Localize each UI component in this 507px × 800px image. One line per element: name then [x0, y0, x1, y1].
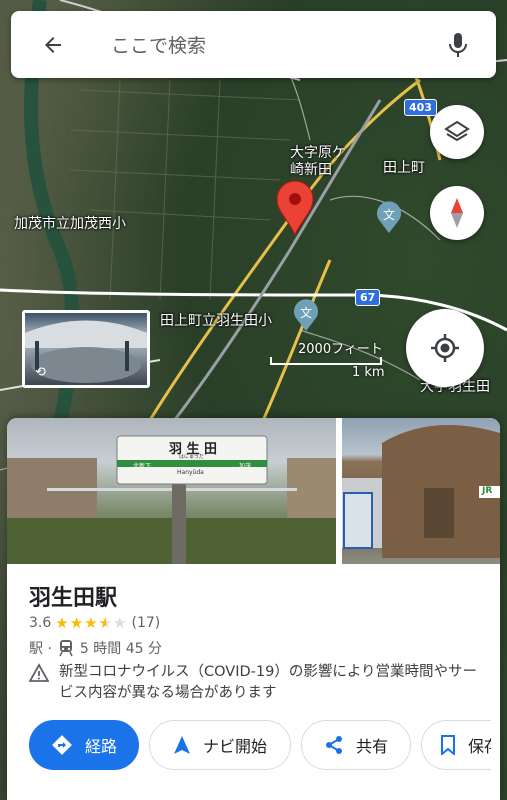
sign-right: 加茂 — [239, 463, 252, 470]
place-photo-1[interactable]: 羽 生 田 はにゅうだ 北新下 加茂 Hanyūda — [7, 418, 336, 564]
bookmark-icon — [441, 735, 455, 755]
layers-icon — [444, 120, 470, 142]
jr-logo: JR — [482, 486, 493, 496]
svg-text:文: 文 — [300, 305, 312, 320]
map-pin-icon[interactable] — [275, 180, 315, 236]
covid-notice: 新型コロナウイルス（COVID-19）の影響により営業時間やサービス内容が異なる… — [29, 662, 489, 704]
directions-button[interactable]: 経路 — [29, 720, 139, 770]
back-arrow-icon[interactable] — [33, 25, 73, 65]
covid-notice-text: 新型コロナウイルス（COVID-19）の影響により営業時間やサービス内容が異なる… — [59, 664, 478, 701]
navigation-icon — [173, 736, 190, 754]
school-icon[interactable]: 文 — [292, 298, 320, 332]
share-button[interactable]: 共有 — [301, 720, 411, 770]
search-bar[interactable]: ここで検索 — [11, 11, 496, 78]
rating-stars: ★★★★★★ — [55, 614, 128, 632]
transit-time: 5 時間 45 分 — [79, 641, 162, 657]
map-label-school[interactable]: 田上町立羽生田小 — [160, 310, 272, 330]
share-icon — [325, 736, 342, 754]
scale-feet: 2000フィート — [298, 342, 383, 357]
sign-kana: はにゅうだ — [179, 454, 205, 460]
map-label-oaza: 大字原ケ 崎新田 — [290, 145, 346, 178]
rating-value: 3.6 — [29, 615, 52, 631]
svg-text:文: 文 — [383, 207, 395, 222]
compass-button[interactable] — [430, 186, 484, 240]
directions-icon — [52, 735, 72, 755]
search-input[interactable]: ここで検索 — [111, 31, 438, 58]
directions-label: 経路 — [84, 737, 117, 756]
map-label-kamo-school[interactable]: 加茂市立加茂西小 — [14, 213, 126, 233]
photo-strip[interactable]: 羽 生 田 はにゅうだ 北新下 加茂 Hanyūda JR — [7, 418, 500, 564]
mic-icon[interactable] — [438, 25, 478, 65]
place-type: 駅 · — [29, 641, 52, 657]
share-label: 共有 — [355, 737, 388, 756]
my-location-icon — [431, 334, 459, 362]
map-label-taue: 田上町 — [383, 160, 425, 176]
review-count[interactable]: (17) — [132, 615, 161, 631]
layers-button[interactable] — [430, 105, 484, 159]
navigate-label: ナビ開始 — [202, 737, 267, 756]
route-403-shield: 403 — [404, 99, 437, 116]
action-buttons: 経路 ナビ開始 共有 保存 — [29, 720, 491, 770]
place-photo-2[interactable]: JR — [342, 418, 500, 564]
360-icon: ⟲ — [35, 365, 46, 380]
place-title: 羽生田駅 — [29, 586, 118, 611]
scale-km: 1 km — [352, 365, 385, 380]
save-button[interactable]: 保存 — [421, 720, 491, 770]
sign-roman: Hanyūda — [177, 469, 204, 476]
my-location-button[interactable] — [406, 309, 484, 387]
place-card[interactable]: 羽 生 田 はにゅうだ 北新下 加茂 Hanyūda JR 羽生田駅 3.6 ★… — [7, 418, 500, 800]
save-label: 保存 — [468, 737, 491, 756]
warning-icon — [29, 663, 49, 682]
route-67-shield: 67 — [355, 289, 381, 306]
compass-icon — [451, 198, 463, 228]
sign-left: 北新下 — [133, 463, 152, 470]
train-icon — [59, 640, 73, 657]
map-scale: 2000フィート 1 km — [270, 338, 385, 380]
info-row: 駅 · 5 時間 45 分 — [29, 638, 162, 658]
street-view-thumbnail[interactable]: ⟲ — [22, 310, 150, 388]
rating-row[interactable]: 3.6 ★★★★★★ (17) — [29, 614, 160, 632]
navigate-button[interactable]: ナビ開始 — [149, 720, 291, 770]
school-icon[interactable]: 文 — [375, 200, 403, 234]
